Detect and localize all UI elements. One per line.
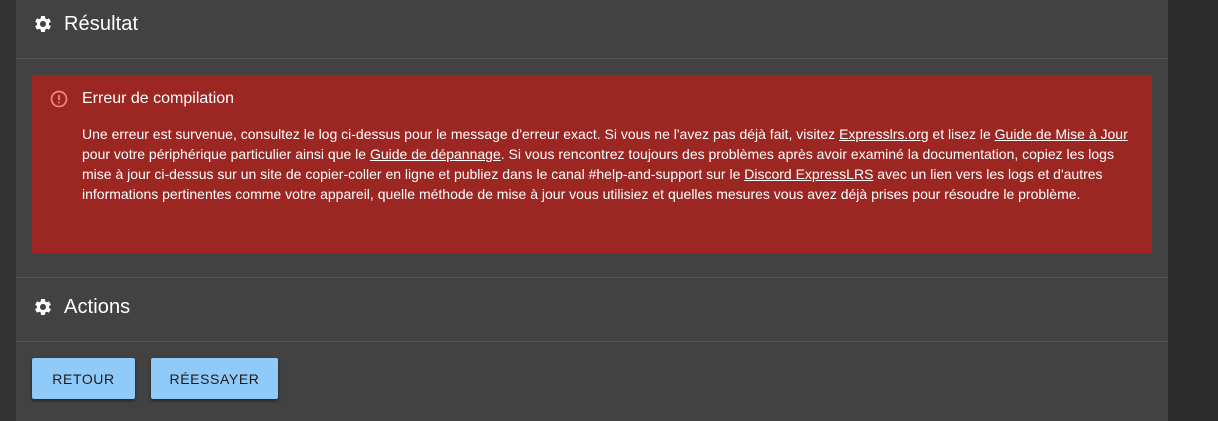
- update-guide-link[interactable]: Guide de Mise à Jour: [995, 126, 1128, 142]
- error-circle-icon: [49, 89, 69, 109]
- gear-icon: [33, 297, 53, 317]
- back-button[interactable]: RETOUR: [32, 358, 135, 399]
- right-gutter: [1168, 0, 1218, 421]
- flashing-card: Résultat Erreur de compilation Une erreu…: [16, 0, 1168, 421]
- expresslrs-org-link[interactable]: Expresslrs.org: [839, 126, 928, 142]
- error-alert-body: Une erreur est survenue, consultez le lo…: [82, 124, 1142, 204]
- left-gutter: [0, 0, 16, 421]
- retry-button[interactable]: RÉESSAYER: [151, 358, 278, 399]
- page: Résultat Erreur de compilation Une erreu…: [0, 0, 1218, 421]
- gear-icon: [33, 14, 53, 34]
- error-alert-title: Erreur de compilation: [82, 90, 235, 107]
- actions-header: Actions: [16, 283, 1168, 331]
- error-text-2: et lisez le: [928, 126, 995, 142]
- result-header: Résultat: [16, 0, 1168, 48]
- alert-divider: [16, 277, 1168, 278]
- actions-title: Actions: [64, 295, 131, 318]
- error-text-3: pour votre périphérique particulier ains…: [82, 146, 370, 162]
- actions-divider: [16, 341, 1168, 342]
- result-divider: [16, 58, 1168, 59]
- error-alert: Erreur de compilation Une erreur est sur…: [32, 75, 1152, 253]
- result-title: Résultat: [64, 12, 139, 35]
- troubleshooting-guide-link[interactable]: Guide de dépannage: [370, 146, 501, 162]
- error-text-1: Une erreur est survenue, consultez le lo…: [82, 126, 840, 142]
- discord-link[interactable]: Discord ExpressLRS: [744, 166, 873, 182]
